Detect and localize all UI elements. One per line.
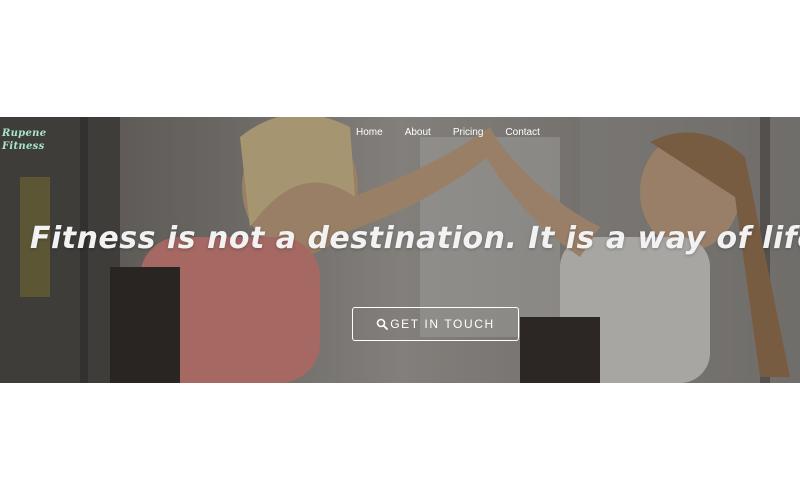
nav-item-contact[interactable]: Contact: [505, 127, 539, 138]
nav-item-home[interactable]: Home: [356, 127, 383, 138]
nav-item-pricing[interactable]: Pricing: [453, 127, 484, 138]
get-in-touch-label: GET IN TOUCH: [390, 317, 495, 331]
main-nav: Home About Pricing Contact: [356, 127, 540, 138]
nav-item-about[interactable]: About: [405, 127, 431, 138]
brand-line-2: Fitness: [2, 141, 45, 152]
brand-line-1: Rupene: [2, 128, 47, 139]
page: Rupene Fitness Home About Pricing Contac…: [0, 0, 800, 500]
hero-banner: Rupene Fitness Home About Pricing Contac…: [0, 117, 800, 383]
get-in-touch-button[interactable]: GET IN TOUCH: [352, 307, 519, 341]
search-icon: [376, 318, 389, 330]
hero-headline: Fitness is not a destination. It is a wa…: [29, 221, 800, 256]
brand-logo[interactable]: Rupene Fitness: [2, 127, 47, 153]
